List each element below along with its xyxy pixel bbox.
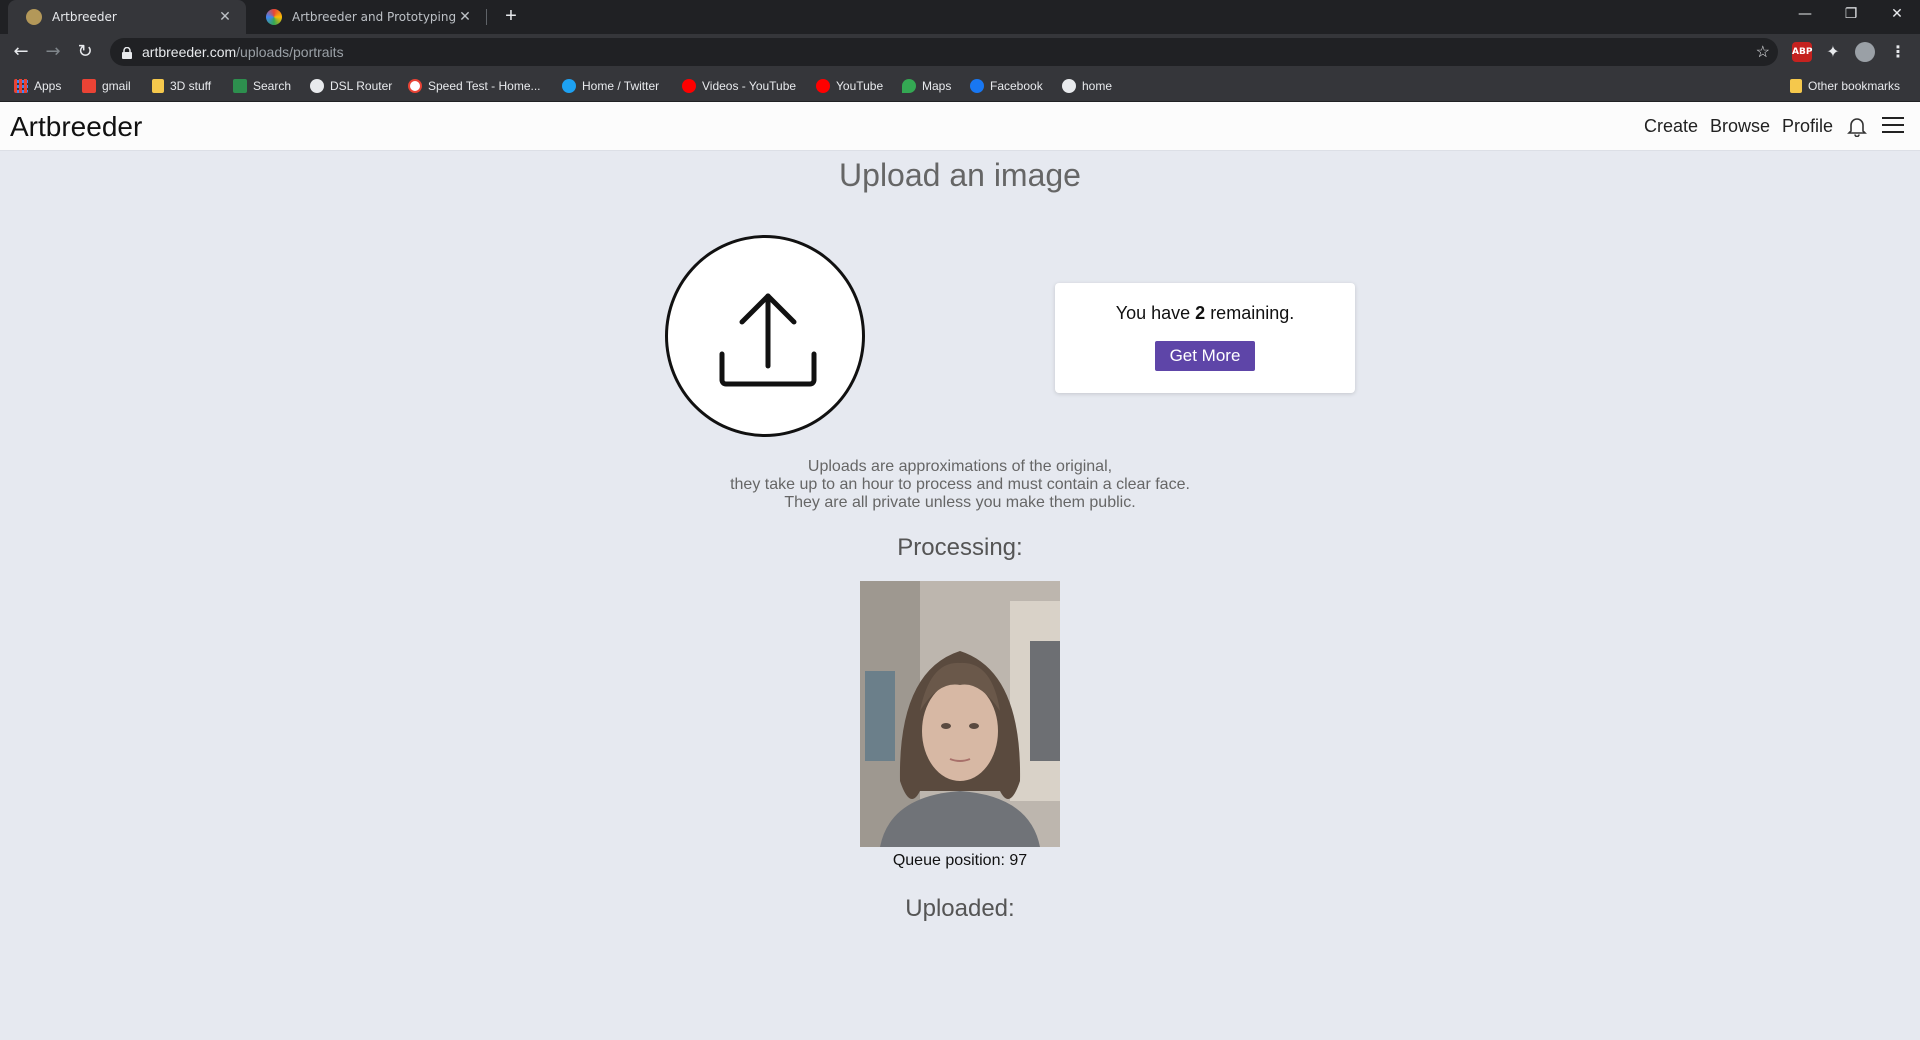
bookmark-youtube[interactable]: YouTube xyxy=(816,77,883,95)
maps-icon xyxy=(902,79,916,93)
uploaded-heading: Uploaded: xyxy=(905,895,1015,922)
bookmark-label: gmail xyxy=(102,79,131,93)
extensions-puzzle-icon[interactable]: ✦ xyxy=(1823,42,1843,62)
disclaimer-line: they take up to an hour to process and m… xyxy=(730,476,1190,493)
bookmark-maps[interactable]: Maps xyxy=(902,77,951,95)
globe-icon xyxy=(1062,79,1076,93)
bookmark-label: home xyxy=(1082,79,1113,93)
bell-icon[interactable] xyxy=(1846,115,1868,138)
disclaimer-line: They are all private unless you make the… xyxy=(784,494,1136,511)
new-tab-plus-icon[interactable]: + xyxy=(498,4,524,30)
brand-logo[interactable]: Artbreeder xyxy=(10,111,142,143)
bookmark-label: Facebook xyxy=(990,79,1043,93)
tab-separator xyxy=(486,9,487,25)
bookmark-label: Search xyxy=(253,79,292,93)
artbreeder-favicon-icon xyxy=(26,9,42,25)
reload-icon[interactable]: ↻ xyxy=(72,39,98,65)
bookmark-speed-test[interactable]: Speed Test - Home... xyxy=(408,77,541,95)
browser-tab-bar: Artbreeder ✕ Artbreeder and Prototyping … xyxy=(0,0,1920,34)
upload-disclaimer: Uploads are approximations of the origin… xyxy=(0,458,1920,512)
bookmark-label: DSL Router xyxy=(330,79,393,93)
tab-title: Artbreeder and Prototyping - Da xyxy=(292,10,456,24)
bookmarks-bar: Apps gmail 3D stuff Search DSL Router Sp… xyxy=(0,70,1920,102)
folder-icon xyxy=(152,79,164,93)
bookmark-label: 3D stuff xyxy=(170,79,212,93)
upload-arrow-icon xyxy=(719,293,817,387)
url-path: /uploads/portraits xyxy=(236,44,344,60)
bookmark-label: Home / Twitter xyxy=(582,79,660,93)
bookmark-label: Speed Test - Home... xyxy=(428,79,541,93)
bookmark-facebook[interactable]: Facebook xyxy=(970,77,1043,95)
bookmark-gmail[interactable]: gmail xyxy=(82,77,131,95)
adblock-plus-icon[interactable]: ABP xyxy=(1792,42,1812,62)
speedtest-icon xyxy=(408,79,422,93)
upload-button[interactable] xyxy=(665,235,865,437)
bookmark-label: Maps xyxy=(922,79,952,93)
other-bookmarks-label: Other bookmarks xyxy=(1808,79,1901,93)
bookmark-search[interactable]: Search xyxy=(233,77,291,95)
bookmark-label: YouTube xyxy=(836,79,884,93)
youtube-icon xyxy=(816,79,830,93)
bookmark-label: Videos - YouTube xyxy=(702,79,797,93)
bookmark-home[interactable]: home xyxy=(1062,77,1112,95)
lock-icon xyxy=(122,46,132,59)
remaining-uploads-text: You have 2 remaining. xyxy=(1055,303,1355,324)
close-icon[interactable]: ✕ xyxy=(456,9,474,25)
window-close-icon[interactable]: ✕ xyxy=(1874,0,1920,30)
tab-title: Artbreeder xyxy=(52,10,117,24)
other-bookmarks[interactable]: Other bookmarks xyxy=(1790,77,1900,95)
gmail-icon xyxy=(82,79,96,93)
bookmark-videos-youtube[interactable]: Videos - YouTube xyxy=(682,77,796,95)
dall-e-favicon-icon xyxy=(266,9,282,25)
nav-create[interactable]: Create xyxy=(1644,116,1698,137)
tab-artbreeder-prototyping[interactable]: Artbreeder and Prototyping - Da ✕ xyxy=(248,0,486,34)
bookmark-label: Apps xyxy=(34,79,62,93)
nav-profile[interactable]: Profile xyxy=(1782,116,1833,137)
get-more-button[interactable]: Get More xyxy=(1155,341,1255,371)
profile-avatar-icon[interactable] xyxy=(1855,42,1875,62)
youtube-icon xyxy=(682,79,696,93)
hamburger-menu-icon[interactable] xyxy=(1882,117,1904,135)
nav-browse[interactable]: Browse xyxy=(1710,116,1770,137)
globe-icon xyxy=(310,79,324,93)
remaining-suffix: remaining. xyxy=(1205,303,1295,323)
minimize-icon[interactable]: — xyxy=(1782,0,1828,30)
search-engine-icon xyxy=(233,79,247,93)
folder-icon xyxy=(1790,79,1802,93)
apps-grid-icon xyxy=(14,79,28,93)
forward-arrow-icon[interactable]: → xyxy=(40,39,66,65)
remaining-prefix: You have xyxy=(1115,303,1196,323)
queue-position: Queue position: 97 xyxy=(892,852,1028,869)
close-icon[interactable]: ✕ xyxy=(216,9,234,25)
back-arrow-icon[interactable]: ← xyxy=(8,39,34,65)
facebook-icon xyxy=(970,79,984,93)
bookmark-twitter[interactable]: Home / Twitter xyxy=(562,77,659,95)
bookmark-star-icon[interactable]: ☆ xyxy=(1756,42,1770,62)
chrome-menu-icon[interactable]: ⋮ xyxy=(1888,42,1908,62)
page-title: Upload an image xyxy=(839,157,1081,193)
processing-portrait-image[interactable] xyxy=(860,581,1060,847)
remaining-uploads-card: You have 2 remaining. Get More xyxy=(1055,283,1355,393)
url-host: artbreeder.com xyxy=(142,44,237,60)
tab-artbreeder[interactable]: Artbreeder ✕ xyxy=(8,0,246,34)
disclaimer-line: Uploads are approximations of the origin… xyxy=(807,458,1113,475)
bookmark-3d-stuff[interactable]: 3D stuff xyxy=(152,77,211,95)
browser-toolbar: ← → ↻ artbreeder.com/uploads/portraits ☆… xyxy=(0,34,1920,70)
restore-icon[interactable]: ❐ xyxy=(1828,0,1874,30)
twitter-icon xyxy=(562,79,576,93)
address-bar[interactable]: artbreeder.com/uploads/portraits ☆ xyxy=(110,38,1778,66)
remaining-count: 2 xyxy=(1195,303,1206,323)
site-header: Artbreeder Create Browse Profile xyxy=(0,102,1920,151)
bookmark-apps[interactable]: Apps xyxy=(14,77,61,95)
processing-heading: Processing: xyxy=(897,534,1023,561)
bookmark-dsl-router[interactable]: DSL Router xyxy=(310,77,392,95)
